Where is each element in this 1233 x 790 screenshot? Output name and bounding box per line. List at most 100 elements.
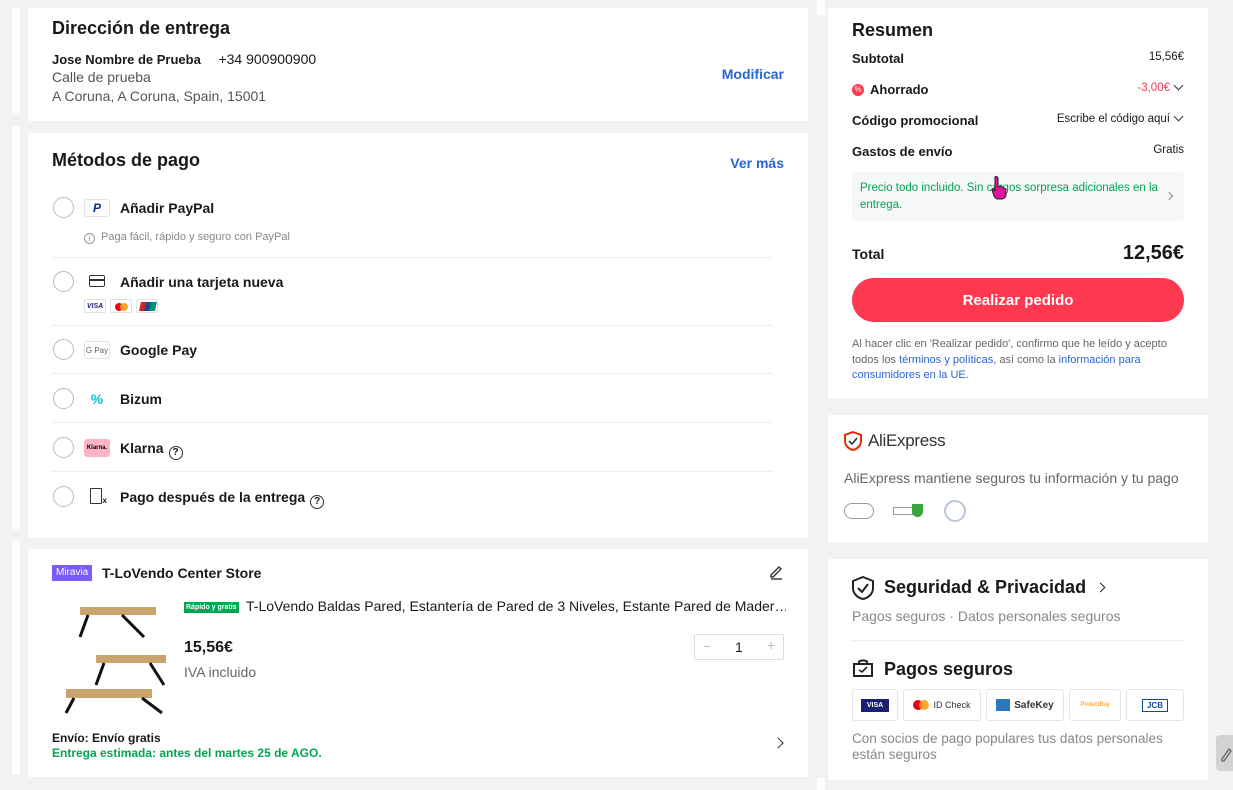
card-icon xyxy=(89,275,105,287)
product-price: 15,56€ xyxy=(184,639,233,656)
info-icon: i xyxy=(84,233,95,244)
increase-button[interactable]: + xyxy=(767,637,775,653)
seal-icon xyxy=(944,500,966,522)
payment-option-paypal[interactable]: P Añadir PayPal i Paga fácil, rápido y se… xyxy=(28,193,808,255)
address-street: Calle de prueba xyxy=(52,69,151,85)
new-card-label: Añadir una tarjeta nueva xyxy=(120,274,284,290)
chevron-right-icon xyxy=(1095,582,1106,593)
security-card: Seguridad & Privacidad Pagos seguros · D… xyxy=(828,559,1208,780)
summary-card: Resumen Subtotal 15,56€ % Ahorrado -3,00… xyxy=(828,8,1208,398)
mastercard-logo xyxy=(110,299,132,313)
paypal-note: Paga fácil, rápido y seguro con PayPal xyxy=(101,231,290,243)
address-title: Dirección de entrega xyxy=(52,18,231,38)
payment-option-pay-on-delivery[interactable]: x Pago después de la entrega? xyxy=(28,482,808,518)
chevron-right-icon xyxy=(1164,191,1174,201)
product-title[interactable]: T-LoVendo Baldas Pared, Estantería de Pa… xyxy=(246,598,786,614)
total-value: 12,56€ xyxy=(1122,242,1184,264)
klarna-icon: Klarna. xyxy=(84,439,110,457)
amex-safekey-badge: SafeKey xyxy=(986,689,1064,721)
promo-code-row[interactable]: Código promocional Escribe el código aqu… xyxy=(852,111,1184,133)
promo-label: Código promocional xyxy=(852,113,979,128)
security-title[interactable]: Seguridad & Privacidad xyxy=(884,577,1106,598)
shield-check-icon xyxy=(852,575,874,601)
trust-badge-icon xyxy=(893,503,923,519)
see-more-link[interactable]: Ver más xyxy=(730,155,784,171)
payment-option-bizum[interactable]: % Bizum xyxy=(28,384,808,420)
edit-address-link[interactable]: Modificar xyxy=(722,66,784,82)
shipping-label: Envío: Envío gratis xyxy=(52,731,161,745)
klarna-radio[interactable] xyxy=(53,437,74,458)
paypal-label: Añadir PayPal xyxy=(120,200,215,216)
payment-methods-card: Métodos de pago Ver más P Añadir PayPal … xyxy=(28,133,808,538)
quantity-value[interactable]: 1 xyxy=(735,639,743,655)
aliexpress-logo: AliExpress xyxy=(868,431,946,450)
subtotal-value: 15,56€ xyxy=(1148,51,1184,63)
cod-radio[interactable] xyxy=(53,486,74,507)
fast-free-badge: Rápido y gratis xyxy=(184,602,239,613)
gpay-radio[interactable] xyxy=(53,339,74,360)
saved-value: -3,00€ xyxy=(1137,82,1170,94)
store-badge: Miravia xyxy=(52,565,93,581)
payment-option-klarna[interactable]: Klarna. Klarna? xyxy=(28,433,808,469)
gpay-label: Google Pay xyxy=(120,342,198,358)
subtotal-label: Subtotal xyxy=(852,51,904,66)
feedback-tab[interactable] xyxy=(1216,735,1233,771)
summary-title: Resumen xyxy=(852,20,934,40)
paypal-icon: P xyxy=(84,199,110,217)
shipping-cost-label: Gastos de envío xyxy=(852,144,953,159)
chevron-down-icon xyxy=(1173,111,1184,122)
cursor-icon xyxy=(991,176,1007,200)
gpay-icon: G Pay xyxy=(84,341,110,359)
trust-card: AliExpress AliExpress mantiene seguros t… xyxy=(828,415,1208,542)
product-image[interactable] xyxy=(52,597,172,717)
bizum-label: Bizum xyxy=(120,391,162,407)
promo-input[interactable]: Escribe el código aquí xyxy=(1057,113,1170,125)
order-card: Miravia T-LoVendo Center Store Rápido y … xyxy=(28,549,808,777)
quantity-stepper[interactable]: − 1 + xyxy=(694,634,784,660)
chevron-right-icon[interactable] xyxy=(772,737,784,749)
bizum-radio[interactable] xyxy=(53,388,74,409)
paypal-radio[interactable] xyxy=(53,197,74,218)
tax-note: IVA incluido xyxy=(184,664,257,680)
legal-text: Al hacer clic en 'Realizar pedido', conf… xyxy=(852,338,1167,381)
aliexpress-shield-icon xyxy=(844,430,862,452)
shipping-cost-value: Gratis xyxy=(1153,144,1184,156)
payment-title: Métodos de pago xyxy=(52,150,200,170)
address-city: A Coruna, A Coruna, Spain, 15001 xyxy=(52,88,267,104)
help-icon[interactable]: ? xyxy=(310,494,325,509)
security-footer: Con socios de pago populares tus datos p… xyxy=(852,731,1163,762)
cert-badge-icon xyxy=(844,503,874,519)
price-notice-text: Precio todo incluido. Sin cargos sorpres… xyxy=(860,182,1158,211)
store-name[interactable]: T-LoVendo Center Store xyxy=(102,565,261,581)
visa-secure-badge: VISA xyxy=(852,689,898,721)
saved-label: Ahorrado xyxy=(870,82,929,97)
payment-option-google-pay[interactable]: G Pay Google Pay xyxy=(28,335,808,371)
lock-bag-icon xyxy=(853,659,873,677)
trust-text: AliExpress mantiene seguros tu informaci… xyxy=(844,470,1179,486)
klarna-label: Klarna? xyxy=(120,440,183,460)
payment-option-new-card[interactable]: Añadir una tarjeta nueva VISA xyxy=(28,267,808,323)
unionpay-logo xyxy=(136,299,158,313)
chevron-down-icon xyxy=(1173,80,1184,91)
place-order-button[interactable]: Realizar pedido xyxy=(852,278,1184,322)
total-label: Total xyxy=(852,246,885,262)
card-radio[interactable] xyxy=(53,271,74,292)
savings-row[interactable]: % Ahorrado -3,00€ xyxy=(852,80,1184,102)
visa-logo: VISA xyxy=(84,299,106,313)
security-subtitle: Pagos seguros · Datos personales seguros xyxy=(852,608,1121,624)
recipient-name: Jose Nombre de Prueba xyxy=(52,52,201,67)
edit-icon[interactable] xyxy=(768,564,784,580)
terms-link[interactable]: términos y políticas xyxy=(899,354,993,366)
help-icon[interactable]: ? xyxy=(168,445,183,460)
protectbuy-badge: ProtectBuy xyxy=(1069,689,1121,721)
secure-payments-title: Pagos seguros xyxy=(884,659,1014,679)
address-card: Dirección de entrega Jose Nombre de Prue… xyxy=(28,8,808,121)
recipient-phone: +34 900900900 xyxy=(218,51,317,67)
pay-on-delivery-label: Pago después de la entrega? xyxy=(120,489,325,509)
bizum-icon: % xyxy=(84,390,110,408)
jcb-secure-badge: JCB xyxy=(1126,689,1184,721)
pay-on-delivery-icon: x xyxy=(90,488,107,505)
price-notice[interactable]: Precio todo incluido. Sin cargos sorpres… xyxy=(852,172,1184,221)
mastercard-idcheck-badge: ID Check xyxy=(903,689,981,721)
decrease-button[interactable]: − xyxy=(703,638,711,654)
